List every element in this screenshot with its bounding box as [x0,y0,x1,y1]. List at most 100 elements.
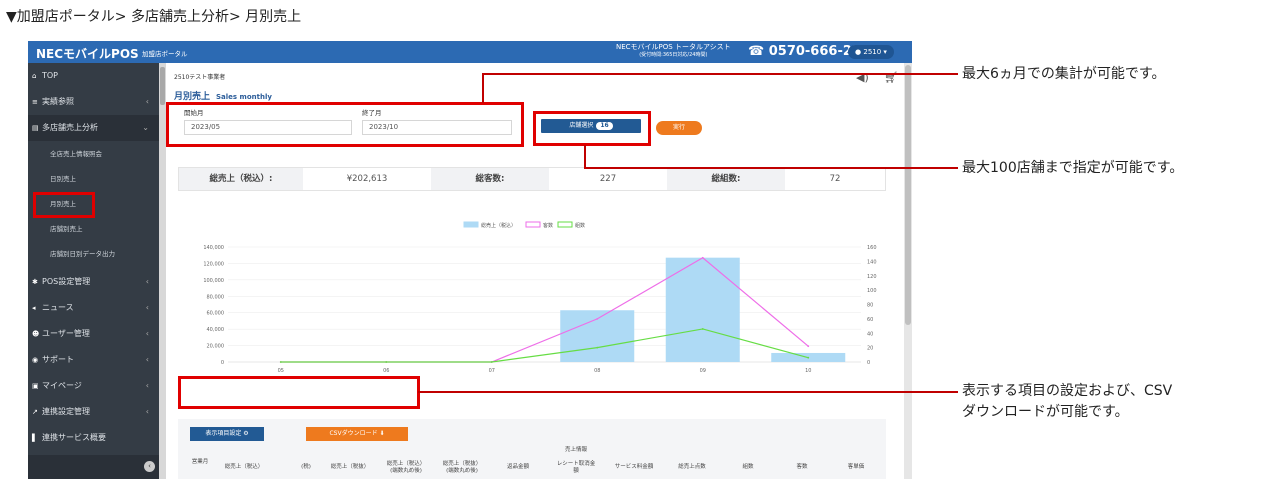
chevron-left-icon: ‹ [145,355,149,364]
x-tick-label: 08 [594,368,600,374]
x-tick-label: 07 [489,368,495,374]
y-right-tick-label: 20 [867,346,873,352]
table-column-header: 客単価 [847,464,865,470]
main-scroll-thumb[interactable] [905,65,911,325]
annotation-stores: 最大100店舗まで指定が可能です。 [962,160,1184,176]
chevron-down-icon: ⌄ [142,123,149,132]
csv-download-button[interactable]: CSVダウンロード ⬇ [306,427,408,441]
series-point [596,346,599,349]
x-tick-label: 06 [383,368,389,374]
sidebar-item-pos-settings[interactable]: ✱ POS設定管理 ‹ [28,269,159,295]
sidebar-item-label: 多店舗売上分析 [42,123,98,132]
chevron-left-icon: ‹ [145,303,149,312]
user-id: 2510 ▾ [863,48,887,56]
chevron-left-icon: ‹ [145,329,149,338]
table-column-header: 総売上（税込） [224,464,264,470]
table-column-header: 総売上（税抜） [330,464,370,470]
sidebar-item-label: 連携サービス概要 [42,433,106,442]
y-left-tick-label: 40,000 [207,327,225,333]
series-point [701,328,704,330]
sidebar-subitem-store-daily-export[interactable]: 店舗別日別データ出力 [28,242,159,266]
sidebar-item-label: ニュース [42,303,74,312]
sidebar-footer: ‹ [28,455,159,479]
megaphone-icon: ◂ [32,304,36,312]
external-link-icon: ↗ [32,408,38,416]
annotation-period: 最大6ヵ月での集計が可能です。 [962,66,1166,82]
sidebar-item-news[interactable]: ◂ ニュース ‹ [28,295,159,321]
support-icon: ◉ [32,356,39,364]
annotation-table-line1: 表示する項目の設定および、CSV [962,383,1173,399]
gear-icon: ✱ [32,278,38,286]
series-point [807,345,810,348]
top-bar: NECモバイルPOS 加盟店ポータル NECモバイルPOS トータルアシスト (… [28,41,912,63]
y-right-tick-label: 120 [867,274,877,280]
sidebar-item-label: TOP [42,71,59,80]
series-point [701,256,704,259]
support-title: NECモバイルPOS トータルアシスト [616,43,731,51]
leader-line-1 [482,73,484,103]
table-column-header: レシート取消金 額 [556,461,596,474]
series-point [596,317,599,320]
sidebar-subitem-all-store-sales[interactable]: 全店売上情報照会 [28,142,159,166]
x-tick-label: 10 [805,368,811,374]
leader-line-2 [584,145,586,168]
y-right-tick-label: 140 [867,259,877,265]
sidebar-item-integration-settings[interactable]: ↗ 連携設定管理 ‹ [28,399,159,425]
y-right-tick-label: 40 [867,331,873,337]
sidebar-item-integration-overview[interactable]: ▌ 連携サービス概要 [28,425,159,451]
legend-label: 客数 [543,222,553,229]
sidebar-item-multistore-analysis[interactable]: ▤ 多店舗売上分析 ⌄ [28,115,159,141]
table-column-header: 返品金額 [506,464,529,470]
sidebar-item-user-management[interactable]: ☻ ユーザー管理 ‹ [28,321,159,347]
sidebar-item-mypage[interactable]: ▣ マイページ ‹ [28,373,159,399]
x-tick-label: 05 [278,368,284,374]
database-icon: ▤ [32,124,39,132]
series-point [385,361,388,363]
sidebar-subitem-daily-sales[interactable]: 日別売上 [28,167,159,191]
sidebar-item-label: 実績参照 [42,97,74,106]
annotation-box-table-tools [178,376,420,409]
annotation-box-monthly-menu [33,192,95,218]
series-point [490,361,493,363]
collapse-sidebar-icon[interactable]: ‹ [144,461,155,472]
sidebar-item-results[interactable]: ≡ 実績参照 ‹ [28,89,159,115]
annotation-box-stores [533,111,651,146]
sidebar: ⌂ TOP ≡ 実績参照 ‹ ▤ 多店舗売上分析 ⌄ 全店売上情報照会 日別売上 月別売上… [28,63,159,479]
y-right-tick-label: 100 [867,288,877,294]
legend-swatch [557,221,573,228]
brand-logo[interactable]: NECモバイルPOS [36,45,139,62]
sidebar-subitem-store-sales[interactable]: 店舗別売上 [28,217,159,241]
table-group-header: 売上情報 [564,447,587,453]
sidebar-item-top[interactable]: ⌂ TOP [28,63,159,89]
sidebar-scroll-thumb[interactable] [160,67,165,105]
chevron-left-icon: ‹ [145,277,149,286]
y-right-tick-label: 160 [867,245,877,251]
sidebar-item-support[interactable]: ◉ サポート ‹ [28,347,159,373]
y-right-tick-label: 60 [867,317,873,323]
table-column-header: 総売上（税込） (端数丸め後) [386,461,426,474]
users-icon: ☻ [32,330,40,338]
list-icon: ≡ [32,98,38,106]
y-left-tick-label: 60,000 [207,311,225,317]
series-point [807,356,810,359]
sidebar-item-label: ユーザー管理 [42,329,90,338]
user-icon: ● [855,48,862,56]
legend-label: 総売上（税込） [481,222,516,229]
user-menu-button[interactable]: ● 2510 ▾ [848,45,894,59]
home-icon: ⌂ [32,72,37,80]
leader-line-3 [418,391,958,393]
sidebar-scrollbar[interactable] [159,63,166,479]
y-left-tick-label: 80,000 [207,294,225,300]
annotation-table-line2: ダウンロードが可能です。 [962,404,1129,420]
chevron-left-icon: ‹ [145,97,149,106]
x-tick-label: 09 [700,368,706,374]
id-card-icon: ▣ [32,382,39,390]
table-column-header: 総売上点数 [678,464,706,470]
support-hours: (受付時間:365日対応/24時間) [639,52,708,58]
legend-swatch [463,221,479,228]
brand-subtitle: 加盟店ポータル [142,50,188,58]
sidebar-item-label: 連携設定管理 [42,407,90,416]
y-right-tick-label: 80 [867,303,873,309]
column-settings-button[interactable]: 表示項目設定 ⚙ [190,427,264,441]
legend-label: 組数 [575,222,585,229]
